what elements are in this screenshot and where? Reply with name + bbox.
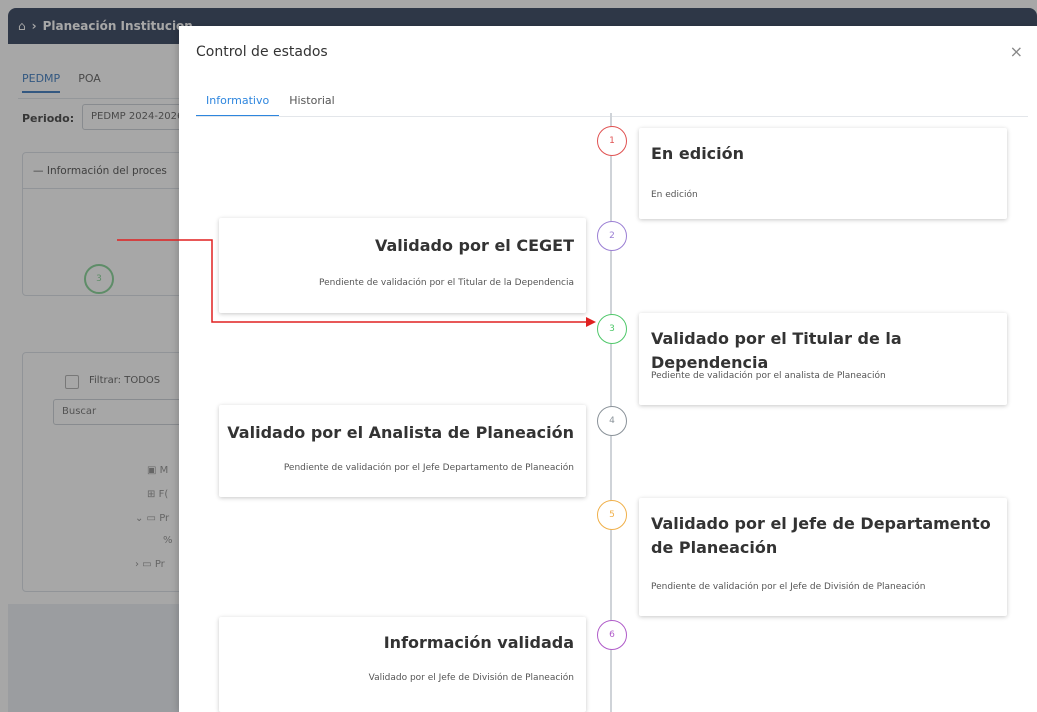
- timeline-card-3: Validado por el Titular de la Dependenci…: [639, 313, 1007, 405]
- timeline-card-6: Información validada Validado por el Jef…: [219, 617, 586, 712]
- tabs-divider: [196, 116, 1028, 117]
- timeline-step-6: 6: [597, 620, 627, 650]
- card-description: Pediente de validación por el analista d…: [651, 371, 886, 381]
- timeline-card-2: Validado por el CEGET Pendiente de valid…: [219, 218, 586, 313]
- tab-informativo[interactable]: Informativo: [196, 90, 280, 117]
- timeline-step-5: 5: [597, 500, 627, 530]
- timeline-step-1: 1: [597, 126, 627, 156]
- card-title: Validado por el Titular de la Dependenci…: [651, 329, 902, 372]
- card-description: Pendiente de validación por el Jefe Depa…: [283, 463, 574, 473]
- modal-tabs: Informativo Historial: [196, 90, 345, 117]
- card-title: Validado por el Jefe de Departamento de …: [651, 514, 991, 557]
- timeline-step-4: 4: [597, 406, 627, 436]
- tab-historial[interactable]: Historial: [279, 90, 344, 117]
- card-description: Pendiente de validación por el Titular d…: [319, 278, 574, 288]
- timeline-card-1: En edición En edición: [639, 128, 1007, 219]
- timeline-card-4: Validado por el Analista de Planeación P…: [219, 405, 586, 497]
- timeline-card-5: Validado por el Jefe de Departamento de …: [639, 498, 1007, 616]
- timeline-step-3: 3: [597, 314, 627, 344]
- card-description: En edición: [651, 190, 698, 200]
- modal-title: Control de estados: [196, 44, 328, 60]
- close-icon[interactable]: ×: [1010, 42, 1023, 61]
- card-title: En edición: [651, 144, 745, 163]
- card-title: Validado por el CEGET: [375, 236, 574, 255]
- card-title: Información validada: [383, 633, 574, 652]
- card-description: Pendiente de validación por el Jefe de D…: [651, 582, 926, 592]
- card-description: Validado por el Jefe de División de Plan…: [368, 673, 574, 683]
- card-title: Validado por el Analista de Planeación: [227, 423, 574, 442]
- timeline-step-2: 2: [597, 221, 627, 251]
